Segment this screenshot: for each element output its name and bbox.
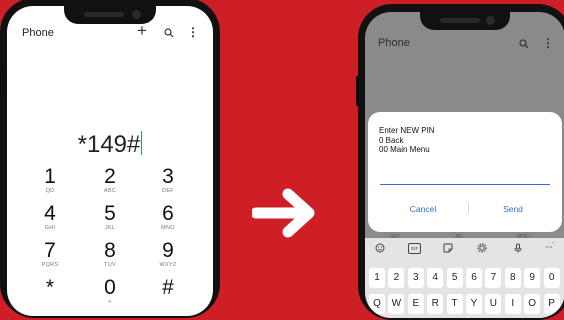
key-letters: ABC [103,188,117,194]
keyboard-key-4[interactable]: 4 [427,268,444,288]
dialog-line: Enter NEW PIN [379,126,435,135]
keyboard-key-y[interactable]: Y [466,294,482,314]
mic-icon[interactable] [513,243,523,253]
keyboard-toolbar: GIF ···• [365,238,564,258]
speaker [84,12,124,17]
cancel-button[interactable]: Cancel [378,204,468,214]
app-title: Phone [22,27,54,39]
keyboard-key-0[interactable]: 0 [543,268,560,288]
key-digit: 1 [44,165,56,188]
search-icon[interactable] [519,39,529,49]
key-letters: + [108,299,112,305]
keypad-key-star[interactable]: * [30,277,70,299]
key-digit: 0 [104,276,116,299]
pin-input[interactable] [380,170,550,185]
key-digit: 8 [104,239,116,262]
key-digit: 3 [162,165,174,188]
keypad-key-7[interactable]: 7 PQRS [30,239,70,269]
speaker [440,18,480,23]
keypad-key-5[interactable]: 5 JKL [90,202,130,232]
keypad-key-3[interactable]: 3 DEF [148,165,188,195]
keyboard-key-8[interactable]: 8 [504,268,521,288]
keyboard-key-9[interactable]: 9 [524,268,541,288]
keyboard-key-7[interactable]: 7 [485,268,502,288]
keyboard-key-q[interactable]: Q [369,294,385,314]
right-screen: Phone ⋮ Enter NEW PIN 0 Back 00 Main Men… [365,12,564,318]
key-letters: PQRS [41,262,59,268]
keyboard-key-t[interactable]: T [446,294,463,314]
key-letters: JKL [104,225,116,231]
more-icon[interactable]: ⋮ [542,36,554,50]
key-digit: 6 [162,202,174,225]
more-icon[interactable]: ⋮ [187,25,199,39]
keyboard-key-5[interactable]: 5 [446,268,463,288]
left-screen: Phone + ⋮ *149# 1 QD 2 ABC 3 DEF 4 GHI 5 JKL 6 MNO 7… [7,6,213,316]
keyboard-key-r[interactable]: R [427,294,444,314]
key-letters: GHI [44,225,56,231]
key-letters: TUV [104,262,116,268]
dial-input-text: *149# [77,131,141,158]
key-letters: MNO [161,225,175,231]
key-digit: # [162,276,174,299]
keyboard-key-3[interactable]: 3 [407,268,424,288]
key-digit: 2 [104,165,116,188]
dialog-line: 0 Back [379,135,404,145]
keypad-key-8[interactable]: 8 TUV [90,239,130,269]
emoji-icon[interactable] [375,243,385,253]
arrow-right-icon [252,188,315,238]
keyboard-key-6[interactable]: 6 [466,268,482,288]
keypad-key-hash[interactable]: # [148,277,188,299]
camera [486,16,495,25]
settings-icon[interactable] [477,243,487,253]
keyboard-key-2[interactable]: 2 [388,268,405,288]
keypad-key-6[interactable]: 6 MNO [148,202,188,232]
dialog-line: 00 Main Menu [379,145,430,154]
left-phone: Phone + ⋮ *149# 1 QD 2 ABC 3 DEF 4 GHI 5 JKL 6 MNO 7… [0,0,220,318]
right-phone: Phone ⋮ Enter NEW PIN 0 Back 00 Main Men… [356,4,564,320]
dial-input[interactable]: *149# [7,131,213,159]
keypad-key-9[interactable]: 9 WXYZ [148,239,188,269]
keyboard-key-u[interactable]: U [485,294,502,314]
key-digit: 5 [104,202,116,225]
key-digit: * [45,276,55,299]
camera [132,10,141,19]
keypad-key-1[interactable]: 1 QD [30,165,70,195]
key-digit: 4 [44,202,56,225]
send-button[interactable]: Send [468,204,558,214]
key-letters: WXYZ [159,262,177,268]
side-button [0,68,1,98]
keyboard-key-i[interactable]: I [504,294,521,314]
keyboard-key-w[interactable]: W [388,294,405,314]
keypad-key-4[interactable]: 4 GHI [30,202,70,232]
keypad-key-2[interactable]: 2 ABC [90,165,130,195]
search-icon[interactable] [164,28,174,38]
key-letters: QD [45,188,55,194]
key-digit: 7 [44,239,56,262]
text-cursor [141,131,143,155]
add-icon[interactable]: + [137,21,147,41]
more-icon[interactable]: ···• [545,241,554,252]
ussd-dialog: Enter NEW PIN 0 Back 00 Main Menu Cancel… [368,112,562,232]
key-letters: DEF [162,188,174,194]
keyboard-key-e[interactable]: E [407,294,424,314]
side-button [356,76,359,106]
gif-label: GIF [410,246,419,251]
keyboard: GIF ···• 1234567890 QWERTYUIOP [365,238,564,318]
keyboard-key-p[interactable]: P [543,294,560,314]
keyboard-key-o[interactable]: O [524,294,541,314]
keypad-key-0[interactable]: 0 + [90,276,130,306]
keyboard-key-1[interactable]: 1 [369,268,385,288]
app-title: Phone [378,37,410,49]
notch [420,12,510,30]
key-digit: 9 [162,239,174,262]
dialog-message: Enter NEW PIN 0 Back 00 Main Menu [379,126,435,155]
gif-icon[interactable]: GIF [408,243,421,254]
sticker-icon[interactable] [443,243,453,253]
